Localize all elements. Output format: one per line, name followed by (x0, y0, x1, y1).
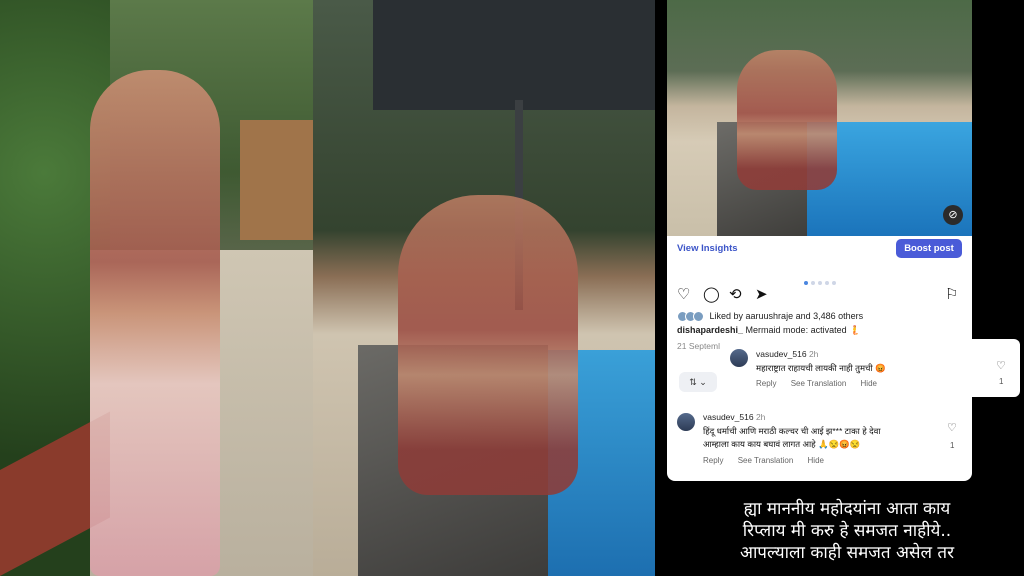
hide-link[interactable]: Hide (808, 456, 824, 465)
post-card: ⊘ View Insights Boost post ♡ ◯ ⟲ ➤ ⚐ Lik… (667, 0, 972, 481)
wooden-hut (240, 120, 313, 240)
view-insights-link[interactable]: View Insights (677, 243, 738, 254)
story-caption: ह्या माननीय महोदयांना आता काय रिप्लाय मी… (712, 498, 982, 564)
mermaid-emoji-icon: 🧜 (849, 325, 861, 335)
story-line-1: ह्या माननीय महोदयांना आता काय (743, 499, 951, 519)
comment-username-text: vasudev_516 (703, 412, 754, 422)
comment-text-line2: आम्हाला काय काय बघावं लागत आहे 🙏😒😡😒 (703, 439, 861, 449)
mute-icon[interactable]: ⊘ (943, 205, 963, 225)
sort-comments-button[interactable]: ⇅ ⌄ (679, 372, 717, 392)
comment-username[interactable]: vasudev_516 2h (756, 349, 818, 359)
see-translation-link[interactable]: See Translation (791, 379, 847, 388)
post-caption: dishapardeshi_ Mermaid mode: activated 🧜 (677, 325, 860, 336)
reply-link[interactable]: Reply (756, 379, 776, 388)
umbrella-canopy (373, 0, 655, 110)
repost-icon[interactable]: ⟲ (729, 285, 742, 303)
share-icon[interactable]: ➤ (755, 285, 768, 303)
comment-text: महाराष्ट्रात राहायची लायकी नाही तुमची 😡 (756, 363, 886, 373)
see-translation-link[interactable]: See Translation (738, 456, 794, 465)
boost-post-button[interactable]: Boost post (896, 239, 962, 258)
comment-icon[interactable]: ◯ (703, 285, 720, 303)
post-image-person (737, 50, 837, 190)
avatar[interactable] (730, 349, 748, 367)
comment-heart-icon[interactable]: ♡ (947, 421, 957, 434)
comment-username[interactable]: vasudev_516 2h (703, 412, 765, 422)
comment-like-count: 1 (950, 441, 955, 450)
comment-username-text: vasudev_516 (756, 349, 807, 359)
bookmark-icon[interactable]: ⚐ (945, 285, 958, 303)
avatar[interactable] (677, 413, 695, 431)
comment-text-line1: हिंदू धर्माची आणि मराठी कल्चर ची आई झ***… (703, 426, 881, 436)
comment-actions: Reply See Translation Hide (756, 379, 889, 388)
liker-avatar (693, 311, 704, 323)
comment-actions: Reply See Translation Hide (703, 456, 836, 465)
person-figure (90, 70, 220, 576)
hide-link[interactable]: Hide (861, 379, 877, 388)
person-figure (398, 195, 578, 495)
pool-photo (313, 0, 655, 576)
comment-time: 2h (808, 349, 819, 359)
heart-icon[interactable]: ♡ (677, 285, 690, 303)
comment-like-count: 1 (999, 377, 1004, 386)
post-actions: ♡ ◯ ⟲ ➤ ⚐ (677, 285, 962, 303)
comment-time: 2h (755, 412, 766, 422)
caption-username[interactable]: dishapardeshi_ (677, 325, 743, 335)
story-line-3: आपल्याला काही समजत असेल तर (739, 543, 955, 563)
liked-by-text: Liked by aaruushraje and 3,486 others (709, 311, 864, 321)
caption-text: Mermaid mode: activated (745, 325, 847, 335)
reply-link[interactable]: Reply (703, 456, 723, 465)
garden-photo (0, 0, 313, 576)
comment-heart-icon[interactable]: ♡ (996, 359, 1006, 372)
comment-highlight-box: vasudev_516 2h महाराष्ट्रात राहायची लायक… (720, 339, 1020, 397)
post-date: 21 Septeml (677, 341, 720, 351)
story-line-2: रिप्लाय मी करु हे समजत नाहीये.. (742, 521, 952, 541)
liked-by[interactable]: Liked by aaruushraje and 3,486 others (677, 311, 864, 323)
